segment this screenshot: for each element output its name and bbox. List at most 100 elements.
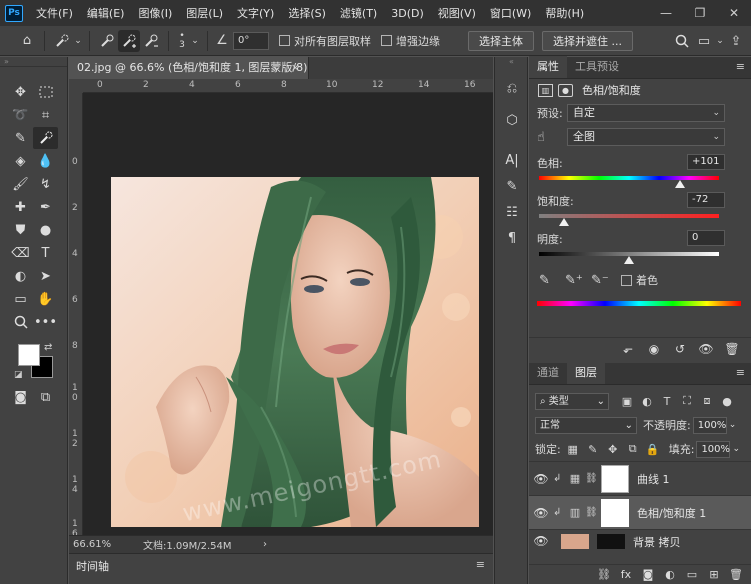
gradient-tool-icon[interactable]: ◐	[8, 265, 33, 287]
targeted-adjustment-hand-icon[interactable]: ☝	[537, 130, 567, 145]
history-panel-icon[interactable]: ⎌	[495, 75, 529, 101]
marquee-tool-icon[interactable]	[33, 81, 58, 103]
chevron-down-icon[interactable]: ⌄	[715, 30, 725, 52]
checkbox-box[interactable]	[381, 35, 392, 46]
timeline-label[interactable]: 时间轴	[76, 558, 109, 574]
layer-thumbnail[interactable]	[561, 534, 589, 549]
dodge-tool-icon[interactable]: ●	[33, 219, 58, 241]
menu-3d[interactable]: 3D(D)	[391, 7, 424, 20]
opacity-input[interactable]: 100%	[692, 416, 727, 434]
menu-window[interactable]: 窗口(W)	[490, 5, 531, 21]
quick-select-tool-preset-icon[interactable]	[51, 30, 73, 52]
menu-layer[interactable]: 图层(L)	[186, 5, 223, 21]
paragraph-panel-icon[interactable]: ¶	[495, 225, 529, 251]
tab-layers[interactable]: 图层	[567, 362, 605, 384]
angle-field[interactable]: 0°	[233, 31, 269, 50]
zoom-level[interactable]: 66.61%	[73, 539, 143, 550]
shape-layer-filter-icon[interactable]: ⛶	[679, 393, 695, 409]
select-subject-button[interactable]: 选择主体	[468, 30, 534, 51]
home-icon[interactable]: ⌂	[16, 30, 38, 52]
layer-mask-thumbnail[interactable]	[597, 534, 625, 549]
trash-icon[interactable]: 🗑	[725, 568, 747, 581]
fill-input[interactable]: 100%	[696, 440, 731, 458]
tab-properties[interactable]: 属性	[529, 56, 567, 78]
share-icon[interactable]: ⇪	[725, 30, 747, 52]
lightness-value-input[interactable]: 0	[687, 230, 725, 246]
subtract-from-sample-eyedropper-icon[interactable]: ✎⁻	[591, 273, 617, 288]
menu-image[interactable]: 图像(I)	[138, 5, 172, 21]
search-icon[interactable]	[671, 30, 693, 52]
new-selection-brush-icon[interactable]	[96, 30, 118, 52]
panel-grip[interactable]: «	[495, 57, 527, 67]
character-panel-icon[interactable]: A|	[495, 147, 529, 173]
history-brush-tool-icon[interactable]: ↯	[33, 173, 58, 195]
eyedropper-tool-icon[interactable]: ✎	[8, 127, 33, 149]
menu-type[interactable]: 文字(Y)	[237, 5, 274, 21]
brush-panel-icon[interactable]: ✎	[495, 173, 529, 199]
clip-to-layer-icon[interactable]: ⬐	[615, 339, 641, 359]
blend-mode-dropdown[interactable]: 正常 ⌄	[535, 416, 637, 434]
3d-panel-icon[interactable]: ⬡	[495, 107, 529, 133]
menu-edit[interactable]: 编辑(E)	[87, 5, 125, 21]
fx-icon[interactable]: fx	[615, 568, 637, 581]
checkbox-box[interactable]	[279, 35, 290, 46]
lock-position-icon[interactable]: ✥	[605, 441, 621, 457]
trash-icon[interactable]: 🗑	[719, 339, 745, 359]
channel-dropdown[interactable]: 全图 ⌄	[567, 128, 725, 146]
subtract-from-selection-brush-icon[interactable]	[140, 30, 162, 52]
layer-row[interactable]: 👁 背景 拷贝	[529, 529, 751, 549]
layer-row[interactable]: 👁 ↲ ▦ ⛓ 曲线 1	[529, 461, 751, 495]
workspace-icon[interactable]: ▭	[693, 30, 715, 52]
brush-size-picker[interactable]: • 3	[175, 31, 189, 50]
lock-artboard-icon[interactable]: ⧉	[625, 441, 641, 457]
add-to-selection-brush-icon[interactable]	[118, 29, 140, 52]
reset-icon[interactable]: ↺	[667, 339, 693, 359]
chevron-down-icon[interactable]: ⌄	[73, 30, 83, 52]
lock-transparent-icon[interactable]: ▦	[565, 441, 581, 457]
brush-tool-icon[interactable]: 🖌	[8, 173, 33, 195]
add-mask-icon[interactable]: ◙	[637, 568, 659, 581]
path-selection-tool-icon[interactable]: ➤	[33, 265, 58, 287]
pixel-layer-filter-icon[interactable]: ▣	[619, 393, 635, 409]
type-layer-filter-icon[interactable]: T	[659, 393, 675, 409]
restore-icon[interactable]: ❐	[683, 0, 717, 26]
screen-mode-icon[interactable]: ⧉	[33, 386, 58, 408]
visibility-eye-icon[interactable]: 👁	[529, 534, 553, 548]
chevron-down-icon[interactable]: ⌄	[189, 30, 201, 52]
blur-tool-icon[interactable]: 💧	[33, 150, 58, 172]
close-icon[interactable]: ✕	[717, 0, 751, 26]
link-icon[interactable]: ⛓	[585, 473, 598, 484]
view-previous-state-icon[interactable]: ◉	[641, 339, 667, 359]
select-and-mask-button[interactable]: 选择并遮住 ...	[542, 30, 633, 51]
menu-view[interactable]: 视图(V)	[438, 5, 476, 21]
tab-tool-presets[interactable]: 工具预设	[567, 56, 627, 78]
visibility-eye-icon[interactable]: 👁	[529, 472, 553, 486]
document-size[interactable]: 文档:1.09M/2.54M	[143, 537, 263, 552]
new-adjustment-layer-icon[interactable]: ◐	[659, 568, 681, 581]
add-to-sample-eyedropper-icon[interactable]: ✎⁺	[565, 273, 591, 288]
zoom-tool-icon[interactable]	[8, 311, 33, 333]
menu-file[interactable]: 文件(F)	[36, 5, 73, 21]
hue-slider-thumb[interactable]	[674, 180, 685, 188]
menu-filter[interactable]: 滤镜(T)	[340, 5, 377, 21]
eyedropper-icon[interactable]: ✎	[539, 273, 565, 288]
more-tools-icon[interactable]: •••	[33, 311, 58, 333]
panel-menu-icon[interactable]: ≡	[476, 558, 485, 571]
preset-dropdown[interactable]: 自定 ⌄	[567, 104, 725, 122]
layer-mask-icon[interactable]: ●	[558, 83, 573, 97]
lock-image-icon[interactable]: ✎	[585, 441, 601, 457]
pen-tool-icon[interactable]: ✒	[33, 196, 58, 218]
tab-channels[interactable]: 通道	[529, 362, 567, 384]
visibility-eye-icon[interactable]: 👁	[529, 506, 553, 520]
lasso-tool-icon[interactable]: ➰	[8, 104, 33, 126]
enhance-edge-checkbox[interactable]: 增强边缘	[381, 33, 440, 49]
hand-tool-icon[interactable]: ✋	[33, 288, 58, 310]
default-colors-icon[interactable]: ◪	[14, 370, 23, 380]
quick-mask-icon[interactable]: ◙	[8, 386, 33, 408]
panel-menu-icon[interactable]: ≡	[736, 60, 745, 73]
lock-all-icon[interactable]: 🔒	[645, 441, 661, 457]
filter-toggle-icon[interactable]: ●	[719, 393, 735, 409]
chevron-down-icon[interactable]: ⌄	[732, 444, 740, 454]
move-tool-icon[interactable]: ✥	[8, 81, 33, 103]
link-layers-icon[interactable]: ⛓	[593, 568, 615, 581]
